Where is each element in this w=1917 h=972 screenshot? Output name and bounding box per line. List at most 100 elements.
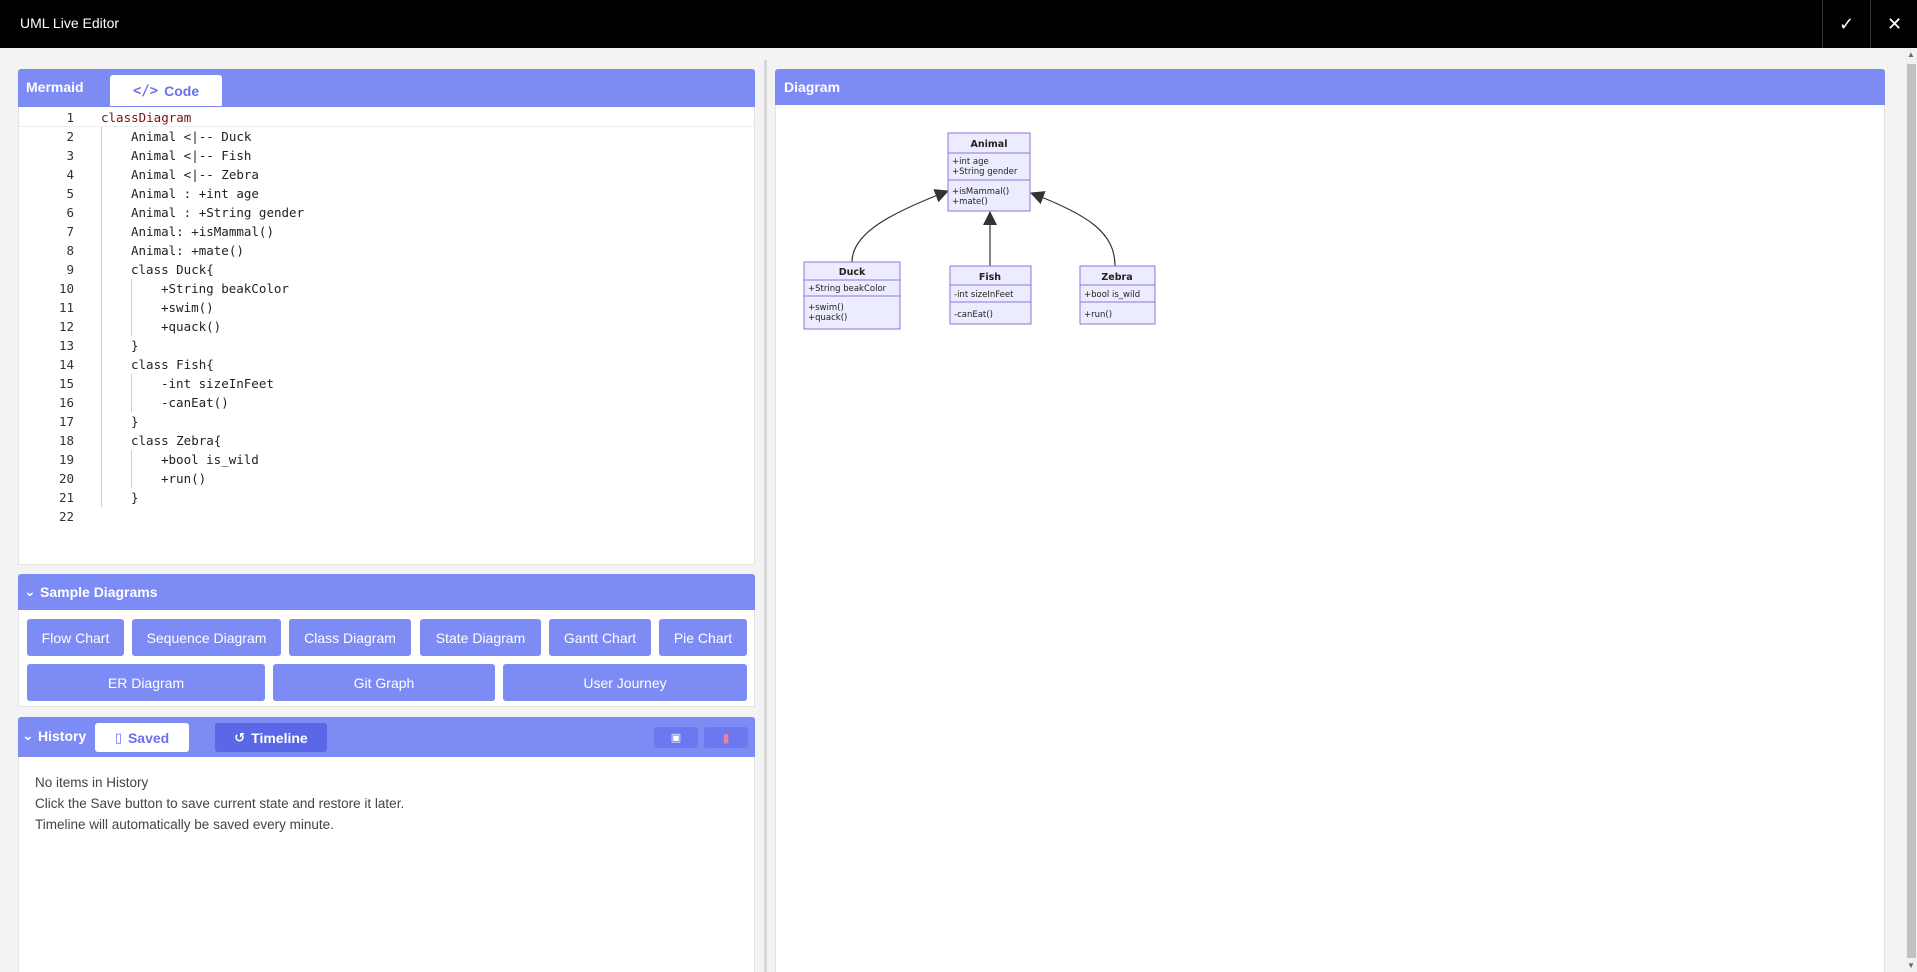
code-text: +quack(): [161, 319, 222, 334]
indent-guide: [101, 203, 102, 222]
title-bar: UML Live Editor ✓ ✕: [0, 0, 1917, 48]
bookmark-icon: ▯: [114, 729, 122, 745]
code-text: Animal: +mate(): [131, 243, 244, 258]
history-header: ⌄ History ▯ Saved ↺ Timeline ▣ ▮: [18, 717, 755, 757]
code-text: Animal <|-- Duck: [131, 129, 252, 144]
code-lines: 1 classDiagram 2 Animal <|-- Duck 3 Animal <|…: [19, 108, 755, 538]
code-line: 18 class Zebra{: [19, 431, 755, 450]
tab-saved-label: Saved: [127, 729, 170, 746]
line-number: 9: [66, 262, 74, 277]
code-line: 19 +bool is_wild: [19, 450, 755, 469]
tab-timeline-label: Timeline: [251, 729, 308, 746]
code-line: 16 -canEat(): [19, 393, 755, 412]
history-timeline-hint: Timeline will automatically be saved eve…: [35, 817, 334, 832]
code-line: 22: [19, 507, 755, 526]
line-number: 20: [58, 471, 74, 486]
indent-guide: [101, 298, 102, 317]
indent-guide: [101, 355, 102, 374]
indent-guide: [101, 450, 102, 469]
code-line: 13}: [19, 336, 755, 355]
class-fish-name: Fish: [979, 272, 1001, 283]
class-animal-method: +isMammal(): [952, 187, 1009, 197]
sample-git-graph-button[interactable]: Git Graph: [273, 664, 495, 701]
indent-guide: [131, 298, 132, 317]
tab-code-label: Code: [164, 82, 200, 99]
save-history-button[interactable]: ▣: [654, 727, 698, 748]
code-text: Animal <|-- Fish: [131, 148, 252, 163]
sample-diagrams-header[interactable]: ⌄ Sample Diagrams: [18, 574, 755, 610]
tab-saved[interactable]: ▯ Saved: [95, 723, 189, 752]
indent-guide: [101, 488, 102, 507]
sample-sequence-diagram-button[interactable]: Sequence Diagram: [132, 619, 281, 656]
history-title: History: [38, 728, 87, 744]
page-scrollbar-thumb[interactable]: [1907, 64, 1916, 958]
code-text: }: [131, 338, 139, 353]
editor-header: Mermaid </> Code: [18, 69, 755, 107]
code-line: 6 Animal : +String gender: [19, 203, 755, 222]
scroll-up-icon[interactable]: ▲: [1907, 50, 1915, 59]
chevron-down-icon[interactable]: ⌄: [22, 727, 34, 744]
delete-history-button[interactable]: ▮: [704, 727, 748, 748]
line-number: 4: [66, 167, 74, 182]
code-line: 21}: [19, 488, 755, 507]
code-text: }: [131, 490, 139, 505]
line-number: 2: [66, 129, 74, 144]
code-text: +bool is_wild: [161, 452, 259, 467]
class-duck-attr: +String beakColor: [808, 284, 887, 294]
indent-guide: [131, 317, 132, 336]
indent-guide: [131, 279, 132, 298]
indent-guide: [101, 146, 102, 165]
sample-pie-chart-button[interactable]: Pie Chart: [659, 619, 747, 656]
sample-user-journey-button[interactable]: User Journey: [503, 664, 747, 701]
code-text: }: [131, 414, 139, 429]
scroll-down-icon[interactable]: ▼: [1907, 961, 1915, 970]
diagram-canvas[interactable]: Animal +int age +String gender +isMammal…: [775, 105, 1885, 972]
sample-diagrams-body: Flow Chart Sequence Diagram Class Diagra…: [18, 610, 755, 707]
code-text: Animal <|-- Zebra: [131, 167, 259, 182]
line-number: 1: [66, 110, 74, 125]
sample-state-diagram-button[interactable]: State Diagram: [420, 619, 541, 656]
tab-timeline[interactable]: ↺ Timeline: [215, 723, 327, 752]
trash-icon: ▮: [722, 730, 730, 745]
close-button[interactable]: ✕: [1870, 0, 1917, 48]
history-body: No items in History Click the Save butto…: [18, 757, 755, 972]
code-line: 11 +swim(): [19, 298, 755, 317]
save-icon: ▣: [670, 732, 682, 744]
code-icon: </>: [132, 82, 159, 99]
class-fish-attr: -int sizeInFeet: [954, 290, 1014, 300]
line-number: 21: [58, 490, 74, 505]
diagram-title: Diagram: [784, 79, 841, 95]
code-line: 14 class Fish{: [19, 355, 755, 374]
indent-guide: [101, 431, 102, 450]
confirm-button[interactable]: ✓: [1822, 0, 1870, 48]
class-zebra-attr: +bool is_wild: [1084, 290, 1140, 300]
class-zebra: Zebra +bool is_wild +run(): [1079, 265, 1156, 325]
class-zebra-method: +run(): [1084, 310, 1112, 320]
line-number: 5: [66, 186, 74, 201]
sample-class-diagram-button[interactable]: Class Diagram: [289, 619, 411, 656]
indent-guide: [101, 222, 102, 241]
code-text: +run(): [161, 471, 207, 486]
code-text: Animal: +isMammal(): [131, 224, 274, 239]
line-number: 16: [58, 395, 74, 410]
diagram-header: Diagram: [775, 69, 1885, 105]
sample-er-diagram-button[interactable]: ER Diagram: [27, 664, 265, 701]
indent-guide: [101, 393, 102, 412]
code-text: +String beakColor: [161, 281, 289, 296]
code-editor[interactable]: 1 classDiagram 2 Animal <|-- Duck 3 Animal <|…: [18, 107, 755, 565]
line-number: 6: [66, 205, 74, 220]
code-line: 20 +run(): [19, 469, 755, 488]
class-duck-method: +quack(): [808, 313, 847, 323]
sample-flow-chart-button[interactable]: Flow Chart: [27, 619, 124, 656]
history-empty-message: No items in History: [35, 775, 149, 790]
code-line: 4 Animal <|-- Zebra: [19, 165, 755, 184]
class-duck-name: Duck: [839, 267, 866, 278]
pane-splitter[interactable]: [764, 60, 767, 972]
sample-gantt-chart-button[interactable]: Gantt Chart: [549, 619, 651, 656]
class-duck-method: +swim(): [808, 303, 844, 313]
tab-code[interactable]: </> Code: [110, 75, 222, 106]
code-line: 2 Animal <|-- Duck: [19, 127, 755, 146]
indent-guide: [101, 412, 102, 431]
code-line: 17}: [19, 412, 755, 431]
code-line: 10 +String beakColor: [19, 279, 755, 298]
